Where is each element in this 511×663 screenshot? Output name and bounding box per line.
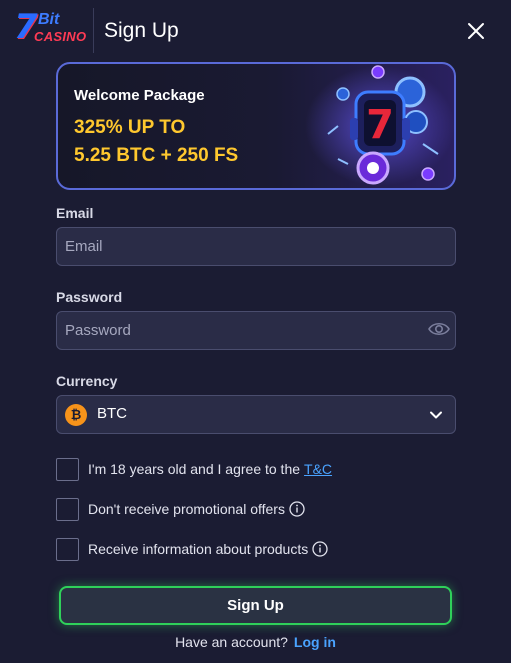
welcome-banner: Welcome Package 325% UP TO 5.25 BTC + 25… (56, 62, 456, 190)
password-label: Password (56, 289, 123, 305)
info-icon[interactable] (289, 501, 305, 517)
slot-machine-illustration: 7 (305, 65, 454, 186)
password-field[interactable] (56, 311, 456, 350)
login-prompt: Have an account? Log in (0, 634, 511, 650)
terms-link[interactable]: T&C (304, 461, 332, 477)
logo[interactable]: 7 Bit CASINO (14, 10, 86, 50)
promo-offers-text: Don't receive promotional offers (88, 501, 305, 517)
login-link[interactable]: Log in (294, 634, 336, 650)
currency-value: BTC (97, 405, 127, 422)
logo-text-casino: CASINO (34, 29, 87, 44)
info-icon[interactable] (312, 541, 328, 557)
email-label: Email (56, 205, 94, 221)
header: 7 Bit CASINO Sign Up (0, 0, 511, 62)
age-agreement-checkbox[interactable] (56, 458, 79, 481)
promo-offers-checkbox[interactable] (56, 498, 79, 521)
email-field[interactable] (56, 227, 456, 266)
promo-offers-label: Don't receive promotional offers (88, 501, 285, 517)
logo-numeral: 7 (14, 7, 38, 47)
chevron-down-icon (430, 411, 442, 419)
age-agreement-label: I'm 18 years old and I agree to the (88, 461, 301, 477)
banner-offer-line2: 5.25 BTC + 250 FS (74, 145, 239, 166)
eye-icon[interactable] (428, 320, 450, 338)
sign-up-button[interactable]: Sign Up (59, 586, 452, 625)
product-info-label: Receive information about products (88, 541, 309, 557)
banner-title: Welcome Package (74, 87, 205, 104)
svg-text:7: 7 (366, 102, 394, 148)
page-title: Sign Up (104, 19, 179, 42)
bitcoin-symbol: ₿ (70, 407, 82, 422)
product-info-text: Receive information about products (88, 541, 328, 557)
header-divider (93, 8, 94, 53)
have-account-text: Have an account? (175, 634, 288, 650)
logo-text-bit: Bit (38, 11, 60, 28)
close-button[interactable] (464, 19, 488, 43)
currency-select[interactable]: ₿ BTC (56, 395, 456, 434)
product-info-checkbox[interactable] (56, 538, 79, 561)
currency-label: Currency (56, 373, 118, 389)
age-agreement-text: I'm 18 years old and I agree to the T&C (88, 461, 332, 477)
close-icon (468, 23, 484, 39)
banner-offer-line1: 325% UP TO (74, 117, 186, 138)
bitcoin-icon: ₿ (65, 404, 87, 426)
